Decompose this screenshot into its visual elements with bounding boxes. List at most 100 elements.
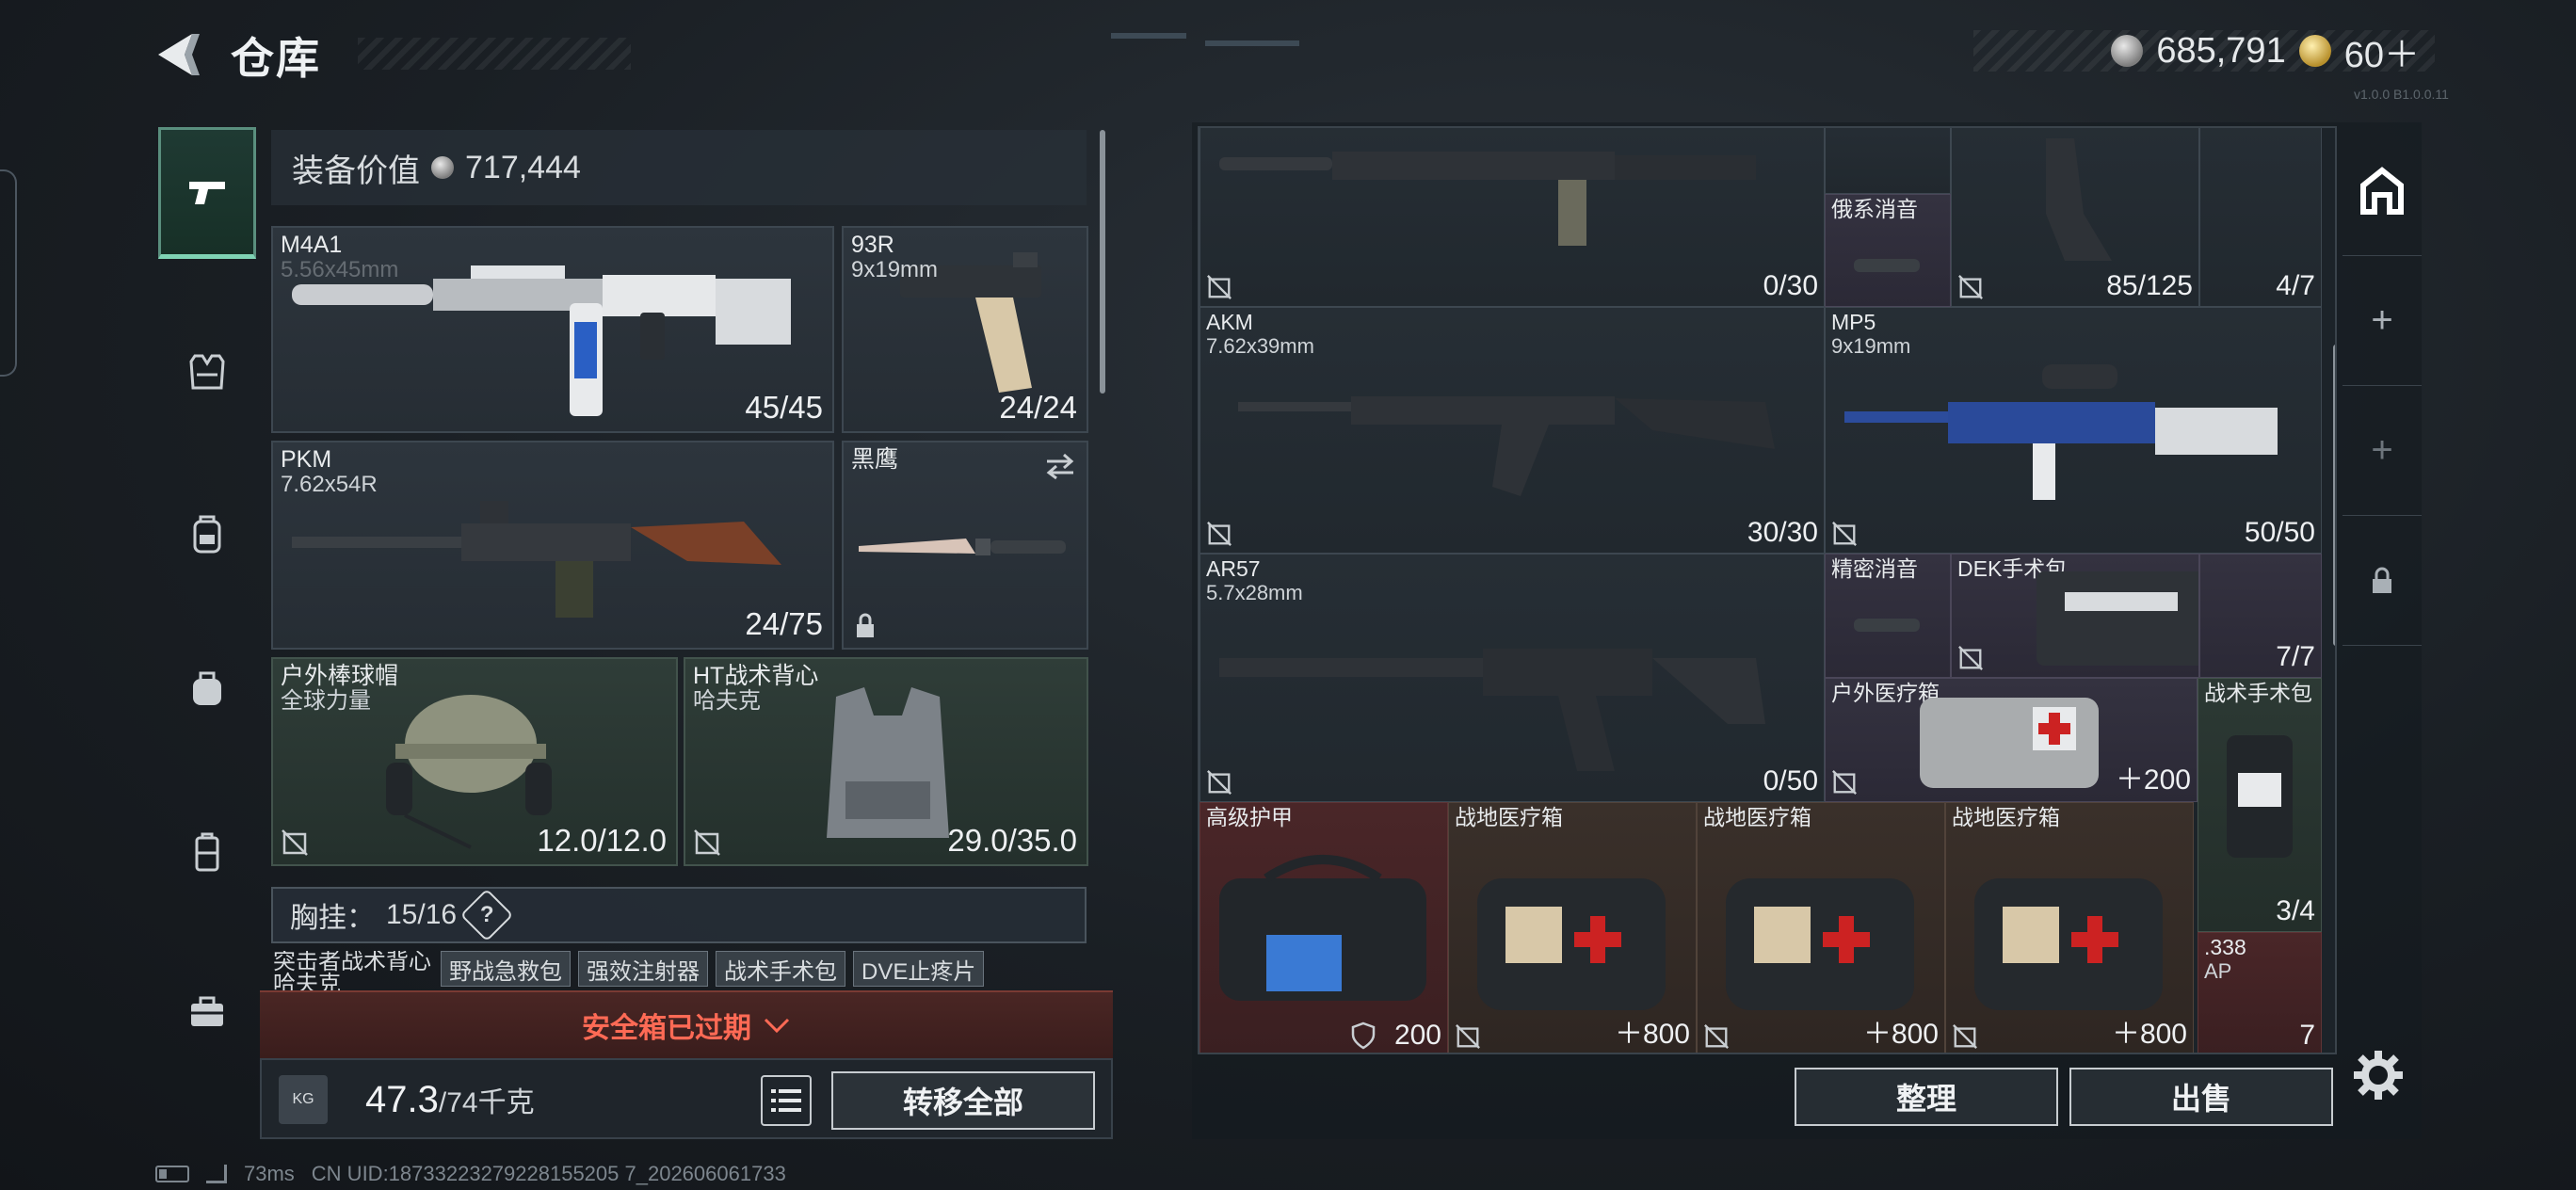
item-count: 0/50 bbox=[1763, 765, 1818, 796]
storage-scrollbar[interactable] bbox=[2333, 345, 2335, 646]
equipment-value-label: 装备价值 bbox=[292, 153, 420, 189]
swap-icon[interactable] bbox=[1043, 452, 1077, 480]
ping-readout: 73ms bbox=[244, 1162, 295, 1185]
mp5-image bbox=[1844, 364, 2278, 500]
rifle-image bbox=[1219, 152, 1756, 246]
storage-tabs: + + bbox=[2343, 126, 2422, 1030]
storage-item[interactable]: 4/7 bbox=[2199, 128, 2322, 307]
armor-bag-image bbox=[1219, 855, 1426, 1001]
storage-item[interactable]: 俄系消音 bbox=[1825, 194, 1951, 307]
tidy-button[interactable]: 整理 bbox=[1795, 1068, 2058, 1126]
storage-item[interactable]: 0/30 bbox=[1199, 128, 1825, 307]
storage-item[interactable]: 战地医疗箱 ＋800 bbox=[1697, 802, 1945, 1053]
slot-helmet[interactable]: 户外棒球帽 全球力量 12.0/12.0 bbox=[271, 657, 678, 866]
page-title: 仓库 bbox=[231, 34, 321, 83]
storage-item[interactable]: .338 AP 7 bbox=[2198, 932, 2322, 1053]
nav-item-backpack[interactable] bbox=[158, 468, 256, 600]
storage-item[interactable]: AKM 7.62x39mm 30/30 bbox=[1199, 307, 1825, 554]
weight-icon: KG bbox=[279, 1075, 328, 1124]
transfer-all-button[interactable]: 转移全部 bbox=[831, 1071, 1095, 1130]
toolbox-icon bbox=[191, 996, 223, 1026]
no-insurance-icon bbox=[694, 829, 720, 856]
item-count: 7 bbox=[2299, 1020, 2315, 1051]
slot-melee[interactable]: 黑鹰 bbox=[842, 441, 1088, 650]
item-count: 7/7 bbox=[2276, 641, 2315, 672]
item-count: ＋800 bbox=[1614, 1019, 1690, 1050]
help-icon[interactable]: ? bbox=[459, 888, 514, 942]
storage-item[interactable]: 战地医疗箱 ＋800 bbox=[1945, 802, 2194, 1053]
storage-item[interactable]: 高级护甲 200 bbox=[1199, 802, 1448, 1053]
storage-tab-main[interactable] bbox=[2343, 126, 2422, 256]
slot-primary-weapon-1[interactable]: M4A1 5.56x45mm 45/45 bbox=[271, 226, 834, 433]
sell-button[interactable]: 出售 bbox=[2069, 1068, 2333, 1126]
gear-icon[interactable] bbox=[2350, 1047, 2407, 1103]
nav-item-armor[interactable] bbox=[158, 306, 256, 438]
slot-vest[interactable]: HT战术背心 哈夫克 29.0/35.0 bbox=[684, 657, 1088, 866]
storage-item[interactable]: 85/125 bbox=[1951, 128, 2199, 307]
durability: 29.0/35.0 bbox=[947, 823, 1077, 858]
storage-tab-add-1[interactable]: + bbox=[2343, 256, 2422, 386]
nav-item-weapons[interactable] bbox=[158, 127, 256, 259]
item-count: 0/30 bbox=[1763, 270, 1818, 301]
slot-primary-weapon-2[interactable]: PKM 7.62x54R 24/75 bbox=[271, 441, 834, 650]
item-name: 战术手术包 bbox=[2204, 681, 2312, 705]
back-arrow-icon bbox=[158, 34, 200, 75]
slot-name: 93R bbox=[851, 232, 894, 258]
storage-item[interactable]: 精密消音 bbox=[1825, 554, 1951, 678]
item-count: 50/50 bbox=[2244, 517, 2315, 548]
item-name: AKM bbox=[1206, 310, 1253, 334]
chest-rig-name[interactable]: 突击者战术背心 哈夫克 bbox=[271, 951, 433, 990]
storage-item[interactable]: AR57 5.7x28mm 0/50 bbox=[1199, 554, 1825, 802]
chest-rig-count: 15/16 bbox=[386, 899, 458, 930]
back-button[interactable] bbox=[151, 26, 207, 83]
storage-item[interactable] bbox=[1825, 128, 1951, 194]
currency-bar: 685,791 60＋ bbox=[1973, 30, 2435, 75]
storage-item[interactable]: 户外医疗箱 ＋200 bbox=[1825, 678, 2198, 802]
ar57-image bbox=[1219, 649, 1765, 771]
helmet-image bbox=[386, 695, 552, 849]
chest-rig-header[interactable]: 胸挂： 15/16 ? bbox=[271, 887, 1087, 943]
status-bar: 73ms CN UID:18733223279228155205 7_20260… bbox=[155, 1160, 786, 1188]
weight-capacity: /74千克 bbox=[438, 1087, 535, 1118]
signal-icon bbox=[206, 1165, 227, 1183]
nav-item-bag[interactable] bbox=[158, 621, 256, 753]
item-count: 4/7 bbox=[2276, 270, 2315, 301]
storage-item[interactable]: 战地医疗箱 ＋800 bbox=[1448, 802, 1697, 1053]
silver-coin-icon bbox=[431, 156, 454, 179]
chest-item[interactable]: 强效注射器 bbox=[578, 951, 708, 987]
side-drawer-handle[interactable] bbox=[0, 169, 17, 377]
item-name: 高级护甲 bbox=[1206, 805, 1293, 829]
field-medkit-image bbox=[1974, 878, 2163, 1010]
slot-name: 黑鹰 bbox=[851, 446, 899, 473]
storage-tab-add-2[interactable]: + bbox=[2343, 386, 2422, 516]
list-view-button[interactable] bbox=[761, 1075, 812, 1126]
silver-coin-icon bbox=[2111, 35, 2144, 67]
case-icon bbox=[195, 832, 219, 872]
slot-caliber: 9x19mm bbox=[851, 257, 939, 282]
gold-balance[interactable]: 60＋ bbox=[2344, 25, 2420, 77]
storage-tab-locked[interactable] bbox=[2343, 516, 2422, 646]
equipment-value: 717,444 bbox=[465, 149, 581, 185]
slot-sidearm[interactable]: 93R 9x19mm 24/24 bbox=[842, 226, 1088, 433]
weight-readout: 47.3/74千克 bbox=[365, 1079, 535, 1121]
no-insurance-icon bbox=[1958, 275, 1983, 299]
no-insurance-icon bbox=[1832, 770, 1857, 795]
no-insurance-icon bbox=[1456, 1024, 1480, 1049]
chest-item[interactable]: 战术手术包 bbox=[716, 951, 845, 987]
chest-item[interactable]: 野战急救包 bbox=[441, 951, 571, 987]
bag-icon bbox=[193, 671, 221, 705]
item-count: ＋800 bbox=[2111, 1019, 2187, 1050]
storage-item[interactable]: 7/7 bbox=[2199, 554, 2322, 678]
storage-item[interactable]: DEK手术包 bbox=[1951, 554, 2199, 678]
loadout-scrollbar[interactable] bbox=[1100, 130, 1105, 394]
loadout-panel: 装备价值 717,444 M4A1 5.56x45mm 45/45 93R 9x… bbox=[264, 122, 1109, 998]
durability: 12.0/12.0 bbox=[537, 823, 667, 858]
storage-item[interactable]: MP5 9x19mm 50/50 bbox=[1825, 307, 2322, 554]
chest-item[interactable]: DVE止疼片 bbox=[853, 951, 985, 987]
storage-item[interactable]: 战术手术包 3/4 bbox=[2198, 678, 2322, 932]
safebox-expired-bar[interactable]: 安全箱已过期 bbox=[260, 990, 1113, 1058]
pistol-icon bbox=[189, 182, 225, 204]
equipment-value-header: 装备价值 717,444 bbox=[271, 130, 1087, 205]
nav-item-case[interactable] bbox=[158, 786, 256, 918]
nav-item-toolbox[interactable] bbox=[158, 946, 256, 1078]
